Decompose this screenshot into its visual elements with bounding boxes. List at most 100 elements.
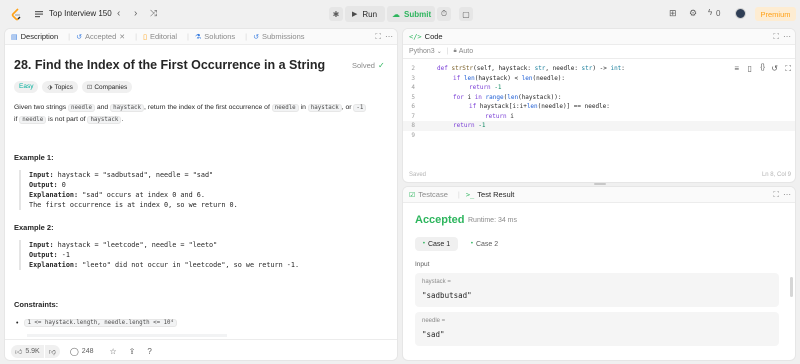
tab-description[interactable]: ▤ Description [11, 32, 58, 41]
debug-icon[interactable]: ✱ [329, 7, 343, 21]
case-1-tab[interactable]: • Case 1 [415, 237, 458, 251]
var-value: "sad" [422, 330, 445, 339]
topics-label: Topics [54, 83, 73, 91]
chevron-right-icon[interactable]: › [134, 8, 137, 19]
star-icon[interactable]: ☆ [109, 347, 116, 356]
premium-button[interactable]: Premium [755, 7, 796, 21]
companies-button[interactable]: ⊡ Companies [81, 81, 133, 93]
close-tab-icon[interactable]: ✕ [119, 33, 125, 41]
output-label: Output: [29, 181, 58, 189]
leetcode-logo-icon[interactable] [10, 7, 22, 21]
tab-separator: | [135, 32, 138, 41]
dislike-button[interactable]: 👎︎ [44, 344, 60, 358]
tab-separator: | [245, 32, 248, 41]
tab-editorial[interactable]: ▯ Editorial [143, 32, 177, 41]
topics-button[interactable]: ⬗ Topics [42, 81, 78, 93]
problem-list-title[interactable]: Top Interview 150 [49, 9, 112, 18]
input-label: Input: [29, 171, 54, 179]
language-value: Python3 [409, 48, 435, 55]
line-number: 2 [411, 65, 415, 72]
collapse-icon[interactable]: ⋯ [783, 190, 791, 199]
tab-accepted[interactable]: ↺ Accepted ✕ [76, 32, 125, 41]
book-icon: ▯ [143, 33, 147, 41]
layout-icon[interactable]: ⊞ [669, 8, 677, 19]
code-line: 7 return i [403, 112, 795, 122]
line-number: 4 [411, 84, 415, 91]
maximize-icon[interactable]: ⛶ [773, 190, 779, 200]
tab-code[interactable]: </> Code [409, 32, 443, 41]
chevron-down-icon: ⌄ [436, 49, 442, 55]
tab-test-result[interactable]: >_ Test Result [466, 190, 515, 199]
tab-solutions-label: Solutions [204, 32, 236, 41]
streak-count: 0 [716, 9, 721, 18]
document-icon: ▤ [11, 33, 18, 41]
result-status: Accepted [415, 214, 465, 226]
help-icon[interactable]: ? [147, 347, 151, 356]
line-number: 8 [411, 122, 415, 129]
test-result-panel: ☑ Testcase | >_ Test Result ⛶ ⋯ Accepted… [402, 186, 796, 361]
example-2-heading: Example 2: [14, 223, 54, 232]
line-number: 7 [411, 112, 415, 120]
cursor-position: Ln 8, Col 9 [761, 172, 791, 178]
constraint-item-cut [27, 334, 227, 337]
scrollbar[interactable] [790, 277, 793, 297]
submit-label: Submit [404, 9, 432, 19]
var-value: "sadbutsad" [422, 291, 472, 300]
maximize-icon[interactable]: ⛶ [773, 32, 779, 42]
problem-description: Given two strings needle and haystack, r… [14, 102, 384, 126]
code-line: 4 return -1 [403, 83, 795, 93]
runtime: Runtime: 34 ms [468, 217, 518, 224]
notes-icon[interactable]: ▢ [459, 7, 473, 21]
run-button[interactable]: ▶ Run [345, 6, 385, 22]
timer-icon[interactable]: ⏱ [437, 7, 451, 21]
code-editor[interactable]: 2 def strStr(self, haystack: str, needle:… [403, 64, 795, 156]
tab-solutions[interactable]: ⚗ Solutions [195, 32, 235, 41]
tab-test-result-label: Test Result [477, 190, 515, 199]
fire-icon[interactable]: ϟ [708, 8, 712, 17]
checkbox-icon: ☑ [409, 191, 416, 199]
desc-text: , or [341, 104, 354, 111]
desc-text: Given two strings [14, 104, 69, 111]
history-icon: ↺ [253, 33, 259, 41]
share-icon[interactable]: ⇪ [129, 347, 136, 356]
submit-button[interactable]: ☁ Submit [387, 6, 435, 22]
comments-button[interactable]: ◯ 248 [70, 347, 94, 356]
thumbs-up-icon: 👍︎ [15, 348, 23, 356]
like-button[interactable]: 👍︎ 5.9K [11, 344, 44, 358]
premium-label: Premium [760, 9, 791, 19]
play-icon: ▶ [352, 11, 358, 18]
input-label: Input: [29, 241, 54, 249]
example-1-heading: Example 1: [14, 153, 54, 162]
flask-icon: ⚗ [195, 33, 202, 41]
editor-toolbar: Python3 ⌄ | 🔒︎ Auto ≡ ▯ {} ↺ ⛶ [403, 45, 795, 73]
code-line: 2 def strStr(self, haystack: str, needle:… [403, 64, 795, 74]
chevron-left-icon[interactable]: ‹ [117, 8, 120, 19]
tab-testcase[interactable]: ☑ Testcase [409, 190, 448, 199]
description-panel: ▤ Description | ↺ Accepted ✕ | ▯ Editori… [4, 28, 398, 361]
shuffle-icon[interactable]: ⤨ [150, 8, 157, 19]
autocomplete-toggle[interactable]: 🔒︎ Auto [454, 48, 474, 55]
bottom-bar: 👍︎ 5.9K 👎︎ ◯ 248 ☆ ⇪ ? [5, 339, 397, 360]
desc-code: needle [271, 104, 299, 112]
panel-resize-handle[interactable] [594, 183, 606, 185]
avatar[interactable] [735, 8, 746, 19]
tab-testcase-label: Testcase [418, 190, 448, 199]
line-number: 3 [411, 74, 415, 82]
tab-separator: | [457, 190, 460, 199]
terminal-icon: >_ [465, 190, 475, 199]
collapse-icon[interactable]: ⋯ [783, 32, 791, 41]
output-label: Output: [29, 251, 58, 259]
tag-row: Easy ⬗ Topics ⊡ Companies [14, 81, 133, 93]
settings-icon[interactable]: ⚙ [689, 8, 697, 19]
tab-submissions[interactable]: ↺ Submissions [253, 32, 304, 41]
language-select[interactable]: Python3 ⌄ [409, 48, 442, 55]
maximize-icon[interactable]: ⛶ [375, 32, 381, 42]
code-line: 6 if haystack[i:i+len(needle)] == needle: [403, 102, 795, 112]
pass-dot-icon: • [422, 241, 425, 247]
desc-code: haystack [110, 104, 145, 112]
problem-list-icon[interactable] [34, 9, 44, 19]
code-line: 3 if len(haystack) < len(needle): [403, 74, 795, 84]
collapse-icon[interactable]: ⋯ [385, 32, 393, 41]
constraint-1: 1 <= haystack.length, needle.length <= 1… [24, 319, 178, 327]
case-2-tab[interactable]: • Case 2 [463, 237, 506, 251]
